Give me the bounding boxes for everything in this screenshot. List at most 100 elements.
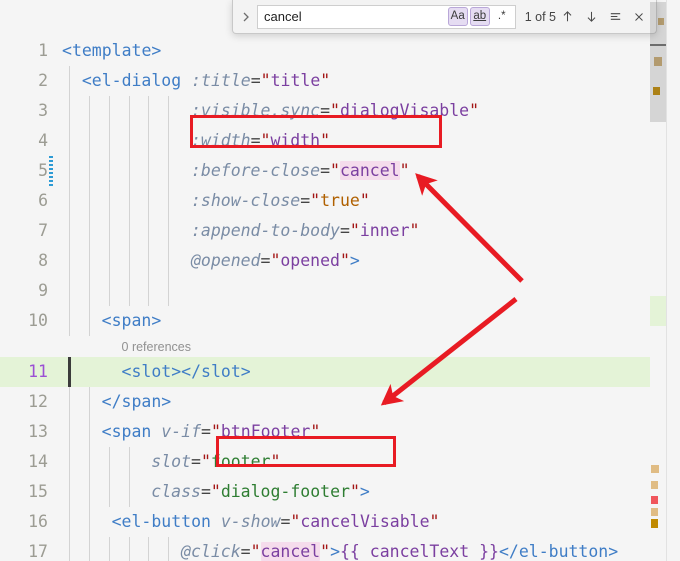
code-token: =: [320, 161, 331, 180]
code-line[interactable]: 10 <span>: [0, 306, 680, 336]
previous-match-button[interactable]: [556, 6, 578, 28]
whole-word-toggle[interactable]: ab: [469, 7, 490, 26]
code-token: >: [151, 311, 162, 330]
code-line[interactable]: 17 @click="cancel">{{ cancelText }}</el-b…: [0, 537, 680, 561]
code-line[interactable]: 9: [0, 276, 680, 306]
code-token: dialog-footer: [220, 482, 350, 501]
code-line[interactable]: 12 </span>: [0, 387, 680, 417]
find-actions[interactable]: [556, 6, 650, 28]
code-token: =: [240, 542, 251, 561]
code-token: opened: [280, 251, 340, 270]
find-widget[interactable]: Aa ab .* 1 of 5: [232, 0, 657, 34]
code-token: ": [260, 131, 271, 150]
code-lines-container[interactable]: 1 <template> 2 <el-dialog :title="title" 3:v…: [0, 0, 680, 561]
line-number: 16: [28, 512, 48, 531]
code-line[interactable]: 11 <slot></slot>: [0, 357, 680, 387]
code-token: :visible.sync: [190, 101, 321, 120]
minimap-block: [651, 519, 658, 528]
code-token: true: [320, 191, 360, 210]
code-line[interactable]: 8 @opened="opened">: [0, 246, 680, 276]
line-number: 2: [38, 71, 48, 90]
code-token: ": [359, 191, 370, 210]
code-text: :width="width": [191, 126, 330, 156]
code-token: >: [161, 392, 172, 411]
code-token: v-if: [161, 422, 202, 441]
code-token: span: [111, 422, 152, 441]
code-line[interactable]: 15 class="dialog-footer">: [0, 477, 680, 507]
code-token: <: [62, 41, 72, 60]
minimap-slider[interactable]: [650, 2, 666, 122]
code-text: <slot></slot>: [122, 357, 251, 387]
code-token: <: [111, 512, 122, 531]
find-in-selection-button[interactable]: [604, 6, 626, 28]
code-token: ": [320, 542, 331, 561]
code-token: footer: [210, 452, 271, 471]
code-line[interactable]: 5:before-close="cancel": [0, 156, 680, 186]
code-token: ": [310, 422, 321, 441]
minimap-block: [651, 465, 659, 473]
code-token: >: [240, 362, 251, 381]
code-line[interactable]: 14 slot="footer": [0, 447, 680, 477]
code-token: ": [310, 191, 321, 210]
code-line[interactable]: 7:append-to-body="inner": [0, 216, 680, 246]
minimap-block: [651, 481, 658, 489]
line-number: 15: [28, 482, 48, 501]
code-text: @click="cancel">{{ cancelText }}</el-but…: [181, 537, 618, 561]
code-token: slot: [201, 362, 241, 381]
code-text: @opened="opened">: [191, 246, 360, 276]
next-match-button[interactable]: [580, 6, 602, 28]
code-token: <: [101, 422, 112, 441]
chevron-right-icon[interactable]: [237, 7, 255, 27]
editor-window: 1 <template> 2 <el-dialog :title="title" 3:v…: [0, 0, 680, 561]
code-editor[interactable]: 1 <template> 2 <el-dialog :title="title" 3:v…: [0, 0, 680, 561]
code-text: <el-dialog :title="title": [82, 66, 330, 96]
code-line[interactable]: 2 <el-dialog :title="title": [0, 66, 680, 96]
code-token: v-show: [220, 512, 281, 531]
code-token: ": [200, 452, 211, 471]
close-find-button[interactable]: [628, 6, 650, 28]
code-token: :title: [191, 71, 251, 90]
code-token: ": [399, 161, 410, 180]
code-token: <: [81, 71, 92, 90]
match-case-toggle[interactable]: Aa: [447, 7, 468, 26]
overview-ruler[interactable]: [666, 0, 680, 561]
code-token: =: [200, 482, 211, 501]
line-number: 1: [38, 41, 48, 60]
line-number: 14: [28, 452, 48, 471]
code-line[interactable]: 1 <template>: [0, 36, 680, 66]
code-token: template: [71, 41, 152, 60]
code-line[interactable]: 16 <el-button v-show="cancelVisable": [0, 507, 680, 537]
code-token: ": [260, 71, 271, 90]
code-text: :show-close="true": [191, 186, 370, 216]
code-line[interactable]: 3:visible.sync="dialogVisable": [0, 96, 680, 126]
code-token: =: [250, 131, 261, 150]
line-number: 12: [28, 392, 48, 411]
line-number: 17: [28, 542, 48, 561]
code-token: ": [339, 251, 350, 270]
code-line[interactable]: 6:show-close="true": [0, 186, 680, 216]
code-token: :before-close: [190, 161, 321, 180]
code-line[interactable]: 13 <span v-if="btnFooter": [0, 417, 680, 447]
find-options[interactable]: Aa ab .*: [447, 7, 515, 26]
find-input-wrapper[interactable]: Aa ab .*: [257, 4, 516, 29]
code-text: :append-to-body="inner": [191, 216, 420, 246]
find-input[interactable]: [264, 5, 448, 28]
code-token: </: [181, 362, 202, 381]
code-token: :append-to-body: [190, 221, 340, 240]
code-text: <el-button v-show="cancelVisable": [112, 507, 440, 537]
code-line[interactable]: 4:width="width": [0, 126, 680, 156]
codelens-references[interactable]: 0 references: [122, 337, 191, 357]
code-token: =: [320, 101, 331, 120]
code-token: >: [608, 542, 619, 561]
code-token: el-dialog: [91, 71, 182, 90]
minimap-divider: [650, 44, 666, 46]
use-regex-toggle[interactable]: .*: [492, 7, 512, 26]
line-number: 13: [28, 422, 48, 441]
code-token: </: [101, 392, 122, 411]
line-number: 10: [28, 311, 48, 330]
code-token: ": [250, 542, 261, 561]
code-token: ": [349, 482, 360, 501]
code-token: ": [320, 131, 331, 150]
